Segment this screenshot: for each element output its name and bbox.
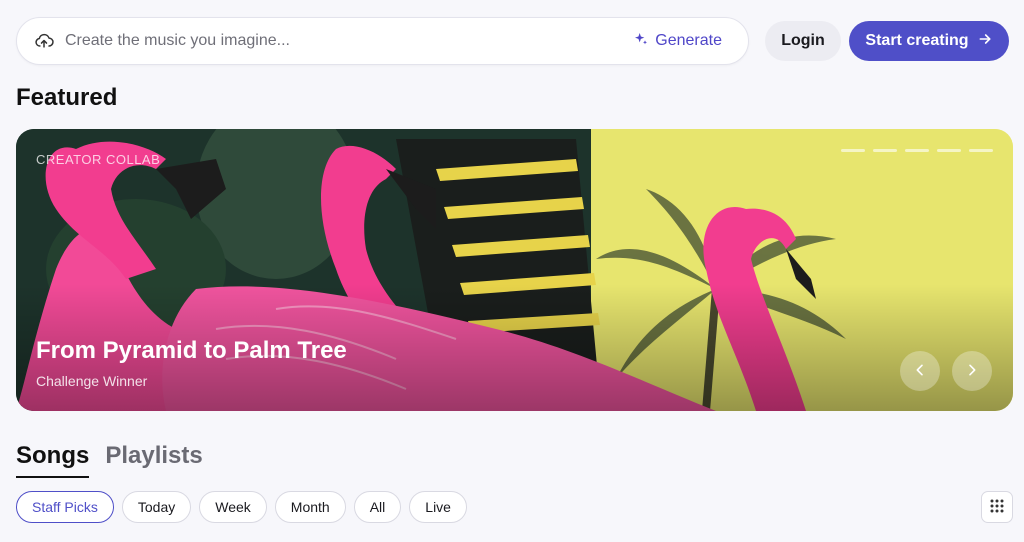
tab-playlists[interactable]: Playlists: [105, 442, 202, 478]
generate-button[interactable]: Generate: [623, 31, 732, 52]
sparkle-icon: [633, 31, 649, 52]
carousel-dot[interactable]: [841, 149, 865, 152]
content-tabs: Songs Playlists: [16, 442, 203, 478]
carousel-indicators: [841, 149, 993, 152]
arrow-right-icon: [977, 31, 993, 52]
cloud-upload-icon[interactable]: [33, 30, 55, 52]
start-creating-button[interactable]: Start creating: [849, 21, 1009, 61]
grid-icon: [990, 499, 1004, 516]
filter-staff-picks[interactable]: Staff Picks: [16, 491, 114, 523]
prompt-input[interactable]: [65, 32, 624, 50]
carousel-dot[interactable]: [969, 149, 993, 152]
banner-subtitle: Challenge Winner: [36, 373, 148, 389]
filter-live[interactable]: Live: [409, 491, 467, 523]
filter-today[interactable]: Today: [121, 491, 192, 523]
filter-month[interactable]: Month: [274, 491, 346, 523]
grid-view-button[interactable]: [981, 491, 1013, 523]
carousel-dot[interactable]: [873, 149, 897, 152]
tab-songs[interactable]: Songs: [16, 442, 90, 478]
login-button[interactable]: Login: [765, 21, 841, 61]
banner-category-label: CREATOR COLLAB: [36, 152, 161, 167]
chevron-right-icon: [964, 362, 980, 381]
chevron-left-icon: [912, 362, 928, 381]
filter-chips: Staff Picks Today Week Month All Live: [16, 491, 467, 523]
banner-title[interactable]: From Pyramid to Palm Tree: [36, 337, 347, 365]
featured-heading: Featured: [16, 84, 118, 111]
carousel-dot[interactable]: [937, 149, 961, 152]
banner-shade: [16, 129, 1013, 411]
featured-banner[interactable]: CREATOR COLLAB From Pyramid to Palm Tree…: [16, 129, 1013, 411]
filter-all[interactable]: All: [353, 491, 402, 523]
carousel-dot[interactable]: [905, 149, 929, 152]
carousel-prev-button[interactable]: [900, 351, 940, 391]
page: Generate Login Start creating Featured: [0, 0, 1024, 542]
filter-week[interactable]: Week: [199, 491, 267, 523]
prompt-bar: Generate: [16, 17, 749, 65]
generate-label: Generate: [655, 32, 722, 49]
start-creating-label: Start creating: [865, 32, 969, 49]
carousel-next-button[interactable]: [952, 351, 992, 391]
